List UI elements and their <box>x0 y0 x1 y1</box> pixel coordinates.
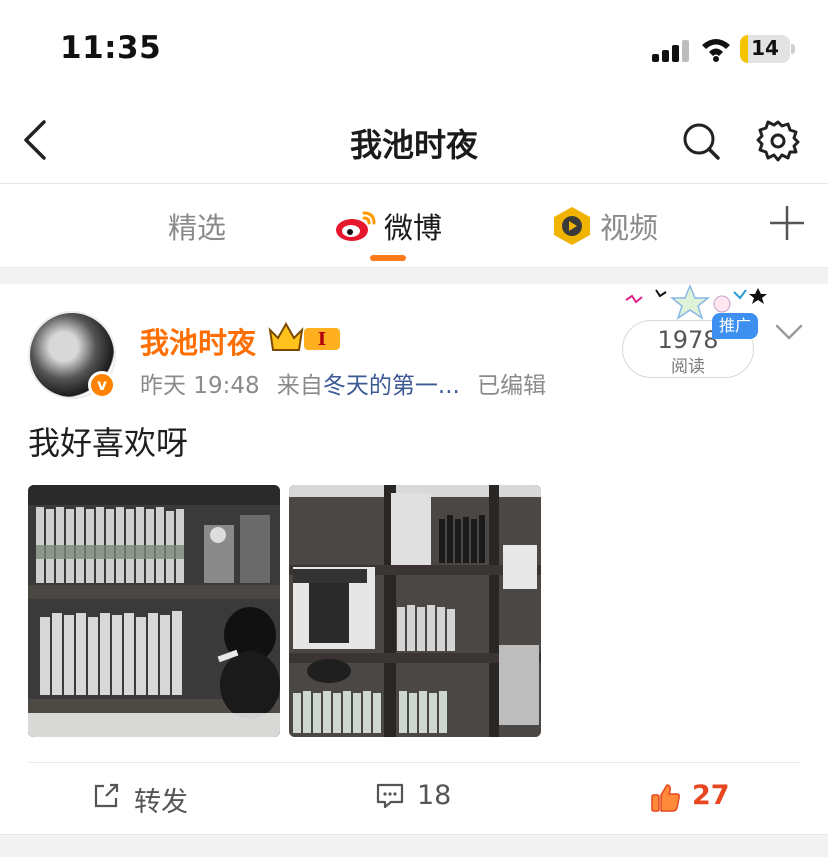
tab-weibo[interactable]: 微博 <box>384 205 442 247</box>
post-meta: 昨天 19:48 来自冬天的第一... 已编辑 <box>140 366 546 400</box>
avatar[interactable]: v <box>28 311 116 399</box>
cellular-signal-icon <box>652 40 690 62</box>
battery-level: 14 <box>751 36 779 60</box>
comment-icon <box>376 783 404 809</box>
share-icon <box>94 783 119 808</box>
nav-bar: 我池时夜 <box>0 100 828 184</box>
post-source-link[interactable]: 冬天的第一... <box>323 373 460 399</box>
promote-badge[interactable]: 推广 <box>712 313 759 339</box>
status-time: 11:35 <box>60 30 162 66</box>
chevron-down-icon[interactable] <box>774 320 804 344</box>
actions-divider <box>28 762 800 763</box>
verified-badge-icon: v <box>88 371 116 399</box>
tab-video[interactable]: 视频 <box>600 205 658 247</box>
weibo-logo-icon <box>336 211 376 241</box>
comment-count: 18 <box>417 780 452 811</box>
battery-icon: 14 <box>740 35 790 63</box>
video-icon <box>554 207 590 245</box>
repost-label: 转发 <box>134 787 188 818</box>
crown-level-badge-icon: I <box>268 321 340 351</box>
author-name[interactable]: 我池时夜 <box>140 320 256 362</box>
tab-bar: 精选 微博 视频 <box>0 185 828 267</box>
like-count: 27 <box>692 780 730 811</box>
search-icon[interactable] <box>680 120 722 162</box>
thumbs-up-icon <box>651 784 680 812</box>
add-tab-icon[interactable] <box>768 204 806 242</box>
post-photo-2[interactable] <box>289 485 541 737</box>
edited-label: 已编辑 <box>477 373 547 399</box>
feed-separator <box>0 834 828 857</box>
source-prefix: 来自 <box>276 373 323 399</box>
tab-indicator <box>370 255 406 261</box>
read-count-label: 阅读 <box>671 357 705 377</box>
status-bar: 11:35 14 <box>0 0 828 100</box>
post-photo-1[interactable] <box>28 485 280 737</box>
post-time: 昨天 19:48 <box>140 373 260 399</box>
tab-featured[interactable]: 精选 <box>168 205 226 247</box>
gear-icon[interactable] <box>756 118 800 162</box>
wifi-icon <box>702 39 730 62</box>
post-text: 我好喜欢呀 <box>28 424 189 462</box>
battery-tip <box>791 44 795 54</box>
level-badge-text: I <box>318 329 326 350</box>
